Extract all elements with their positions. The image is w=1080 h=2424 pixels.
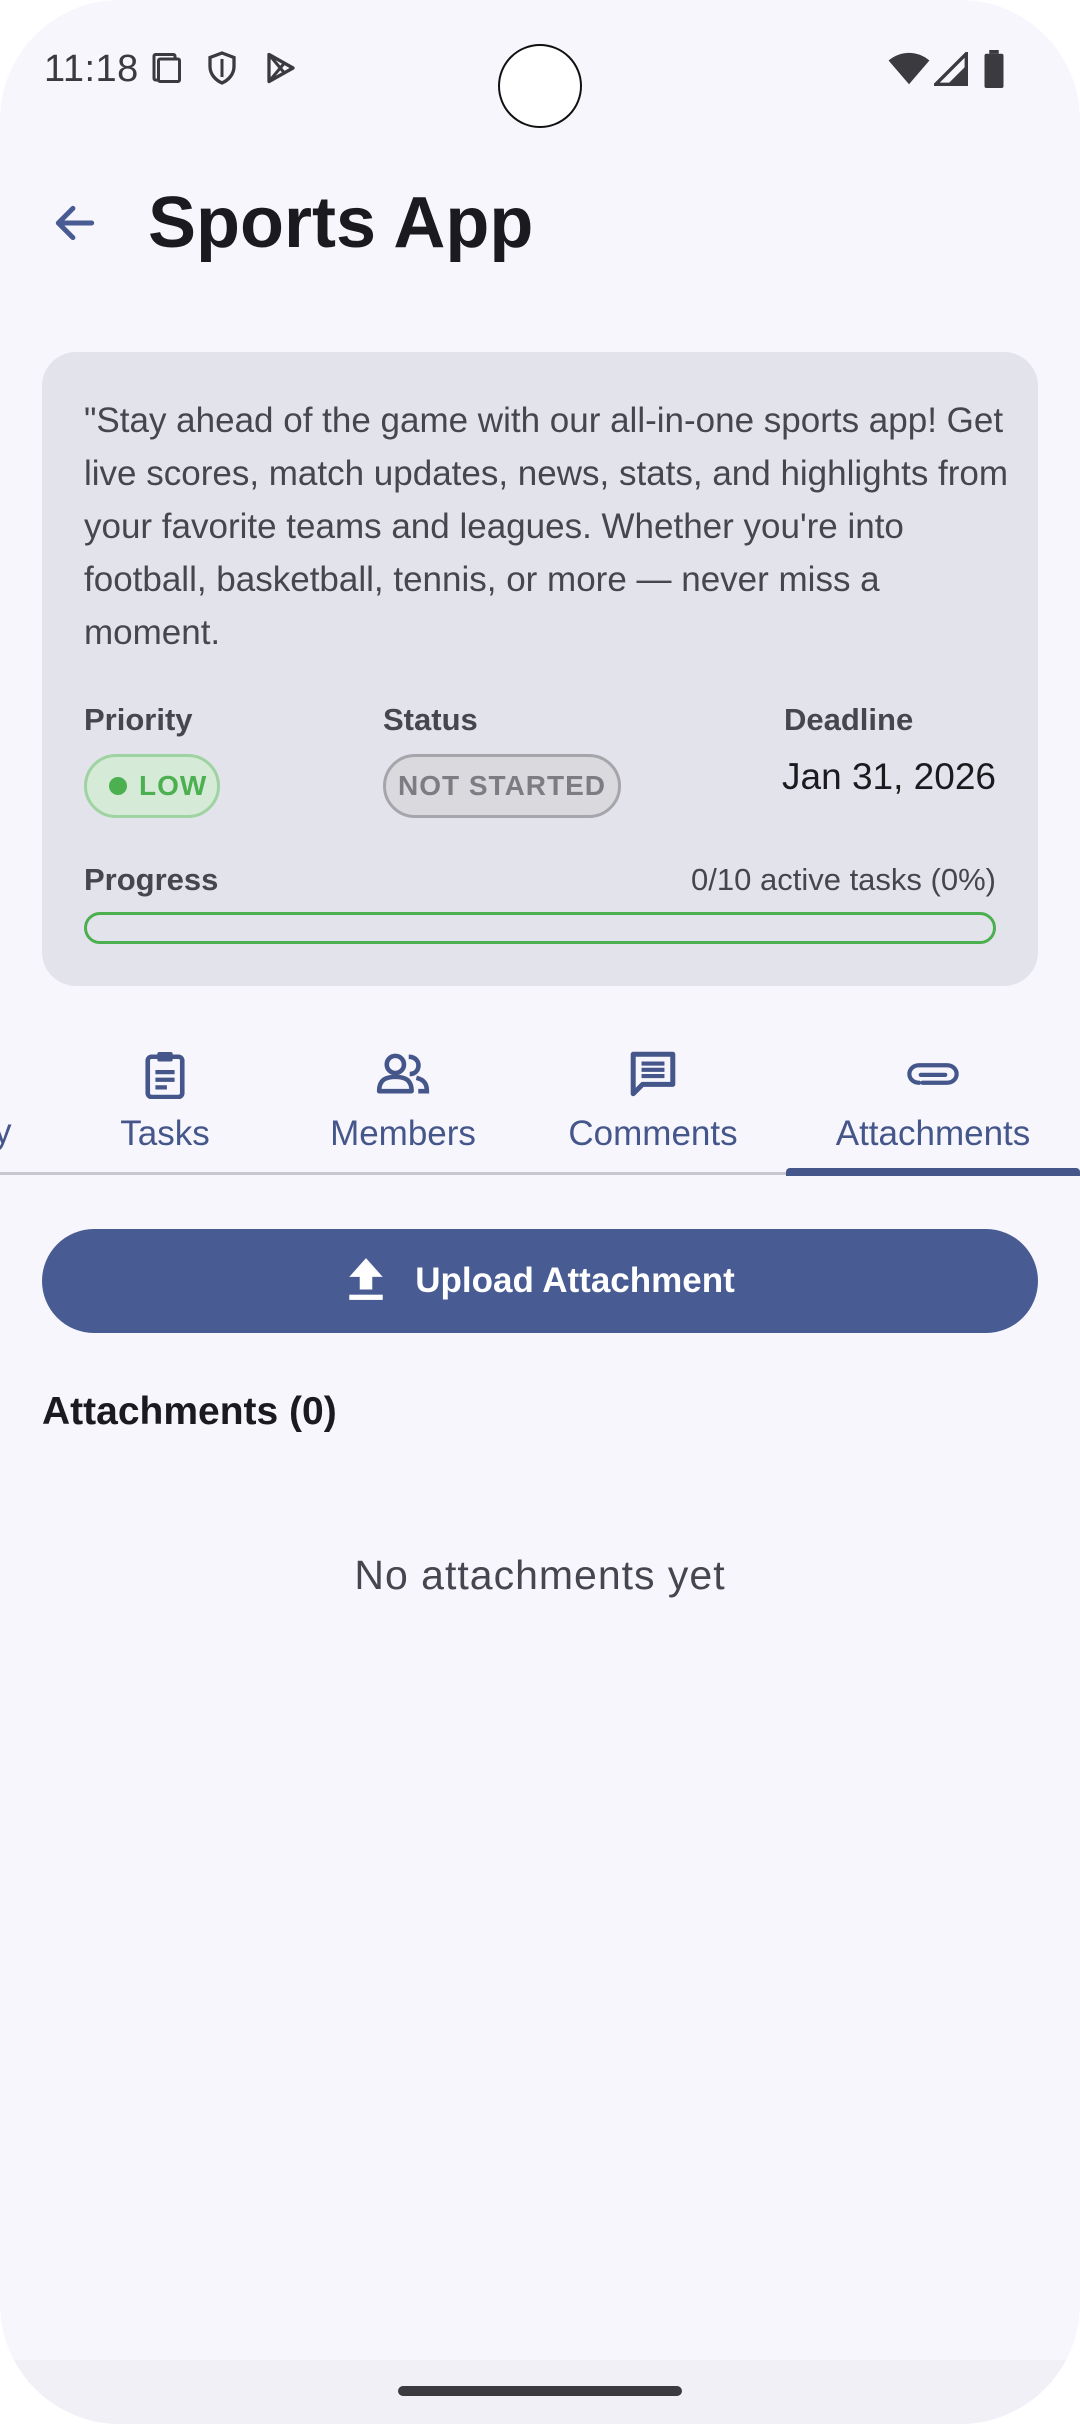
play-store-icon	[262, 50, 300, 91]
progress-bar	[84, 912, 996, 944]
status-chip: NOT STARTED	[383, 754, 621, 818]
comment-icon	[628, 1046, 678, 1102]
cellular-signal-icon	[931, 49, 968, 91]
deadline-value: Jan 31, 2026	[782, 756, 996, 797]
priority-value: LOW	[139, 770, 208, 801]
status-time: 11:18	[44, 48, 139, 90]
camera-cutout	[498, 44, 582, 128]
status-value: NOT STARTED	[397, 770, 607, 801]
tab-label: Attachments	[835, 1114, 1031, 1153]
priority-chip: LOW	[84, 754, 220, 818]
tab-comments[interactable]: Comments	[558, 1030, 748, 1174]
arrow-back-icon	[50, 198, 100, 253]
upload-icon	[345, 1256, 387, 1307]
app-screen: 11:18 Sports App "Stay ahead of the game…	[0, 0, 1080, 2424]
back-button[interactable]	[40, 190, 110, 260]
tab-label: Comments	[568, 1114, 738, 1153]
tab-members[interactable]: Members	[318, 1030, 488, 1174]
home-indicator[interactable]	[398, 2386, 682, 2396]
tab-selected-indicator	[786, 1168, 1080, 1176]
tab-tasks[interactable]: Tasks	[90, 1030, 240, 1174]
screenshot-icon	[148, 50, 184, 91]
shield-icon	[204, 50, 240, 91]
paperclip-icon	[905, 1046, 961, 1102]
attachments-section-title: Attachments (0)	[42, 1390, 337, 1433]
page-title: Sports App	[148, 183, 534, 263]
battery-icon	[982, 50, 1006, 93]
priority-dot-icon	[109, 777, 127, 795]
people-icon	[376, 1046, 430, 1102]
tab-bar: Tasks Members Comments Attachments	[0, 1030, 1080, 1176]
project-description: "Stay ahead of the game with our all-in-…	[84, 401, 1009, 652]
status-bar: 11:18	[0, 0, 1080, 140]
tab-attachments[interactable]: Attachments	[786, 1030, 1080, 1174]
upload-attachment-button[interactable]: Upload Attachment	[42, 1229, 1038, 1333]
status-label: Status	[383, 702, 478, 737]
progress-text: 0/10 active tasks (0%)	[691, 862, 996, 897]
project-summary-card: "Stay ahead of the game with our all-in-…	[42, 352, 1038, 986]
priority-label: Priority	[84, 702, 193, 737]
clipboard-icon	[142, 1046, 188, 1102]
empty-state-text: No attachments yet	[354, 1552, 726, 1598]
tab-label: Tasks	[120, 1114, 210, 1153]
tab-label: Members	[330, 1114, 476, 1153]
progress-label: Progress	[84, 862, 219, 897]
upload-button-label: Upload Attachment	[415, 1261, 735, 1300]
wifi-icon	[888, 52, 930, 91]
deadline-label: Deadline	[784, 702, 914, 737]
